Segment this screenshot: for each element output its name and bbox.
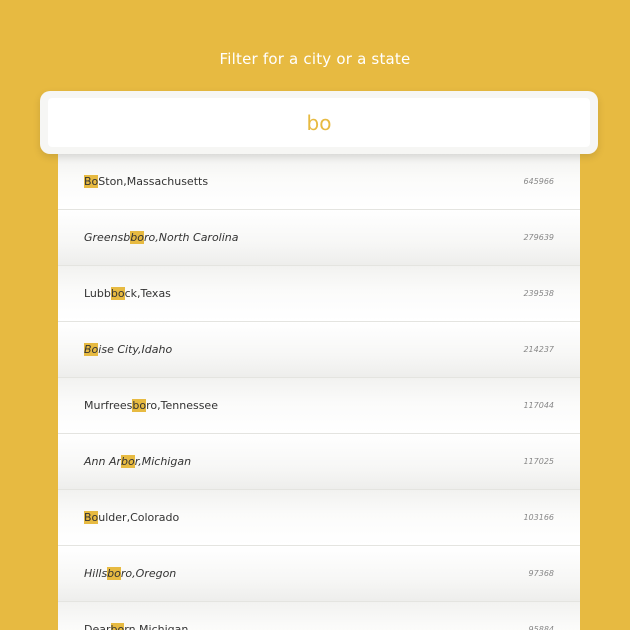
city-name-prefix: Lubb bbox=[84, 287, 111, 300]
city-name-suffix: ro,Oregon bbox=[120, 567, 177, 580]
city-name-prefix: Greensb bbox=[84, 231, 131, 244]
population-count: 214237 bbox=[523, 345, 554, 354]
page-title: Filter for a city or a state bbox=[219, 50, 411, 68]
list-item[interactable]: Lubbbock,Texas 239538 bbox=[58, 266, 580, 322]
app-page: Filter for a city or a state BoSton,Mass… bbox=[0, 0, 630, 630]
city-name-prefix: Ann Ar bbox=[84, 455, 122, 468]
match-highlight: Bo bbox=[84, 511, 99, 524]
list-item[interactable]: Boise City,Idaho 214237 bbox=[58, 322, 580, 378]
population-count: 95884 bbox=[528, 625, 554, 630]
city-name: Dearborn,Michigan bbox=[84, 623, 188, 630]
search-box bbox=[40, 91, 598, 154]
city-name-suffix: ro,North Carolina bbox=[144, 231, 239, 244]
city-name: Murfreesboro,Tennessee bbox=[84, 399, 218, 412]
city-name: Ann Arbor,Michigan bbox=[84, 455, 191, 468]
list-item[interactable]: Hillsboro,Oregon 97368 bbox=[58, 546, 580, 602]
results-list: BoSton,Massachusetts 645966 Greensbboro,No… bbox=[0, 154, 630, 630]
list-item[interactable]: Boulder,Colorado 103166 bbox=[58, 490, 580, 546]
match-highlight: bo bbox=[110, 287, 125, 300]
city-name-prefix: Murfrees bbox=[84, 399, 133, 412]
population-count: 645966 bbox=[523, 177, 554, 186]
list-item[interactable]: BoSton,Massachusetts 645966 bbox=[58, 154, 580, 210]
list-item[interactable]: Murfreesboro,Tennessee 117044 bbox=[58, 378, 580, 434]
city-name: Hillsboro,Oregon bbox=[84, 567, 176, 580]
city-name-suffix: r,Michigan bbox=[134, 455, 192, 468]
list-item[interactable]: Greensbboro,North Carolina 279639 bbox=[58, 210, 580, 266]
city-name: Greensbboro,North Carolina bbox=[84, 231, 239, 244]
match-highlight: Bo bbox=[84, 175, 99, 188]
list-item[interactable]: Dearborn,Michigan 95884 bbox=[58, 602, 580, 630]
city-name-suffix: rn,Michigan bbox=[124, 623, 189, 630]
match-highlight: bo bbox=[121, 455, 135, 468]
population-count: 117044 bbox=[523, 401, 554, 410]
match-highlight: bo bbox=[132, 399, 147, 412]
city-name-suffix: ulder,Colorado bbox=[98, 511, 180, 524]
match-highlight: Bo bbox=[84, 343, 99, 356]
match-highlight: bo bbox=[110, 623, 125, 630]
population-count: 239538 bbox=[523, 289, 554, 298]
search-input[interactable] bbox=[48, 98, 590, 147]
population-count: 117025 bbox=[523, 457, 554, 466]
list-item[interactable]: Ann Arbor,Michigan 117025 bbox=[58, 434, 580, 490]
population-count: 97368 bbox=[528, 569, 554, 578]
match-highlight: bo bbox=[130, 231, 144, 244]
city-name-prefix: Dear bbox=[84, 623, 111, 630]
city-name: Lubbbock,Texas bbox=[84, 287, 171, 300]
city-name-suffix: ro,Tennessee bbox=[146, 399, 218, 412]
city-name-suffix: Ston,Massachusetts bbox=[98, 175, 209, 188]
city-name: Boise City,Idaho bbox=[84, 343, 172, 356]
population-count: 103166 bbox=[523, 513, 554, 522]
match-highlight: bo bbox=[107, 567, 121, 580]
city-name-prefix: Hills bbox=[84, 567, 108, 580]
city-name: Boulder,Colorado bbox=[84, 511, 179, 524]
city-name-suffix: ise City,Idaho bbox=[98, 343, 173, 356]
population-count: 279639 bbox=[523, 233, 554, 242]
city-name: BoSton,Massachusetts bbox=[84, 175, 208, 188]
city-name-suffix: ck,Texas bbox=[124, 287, 171, 300]
